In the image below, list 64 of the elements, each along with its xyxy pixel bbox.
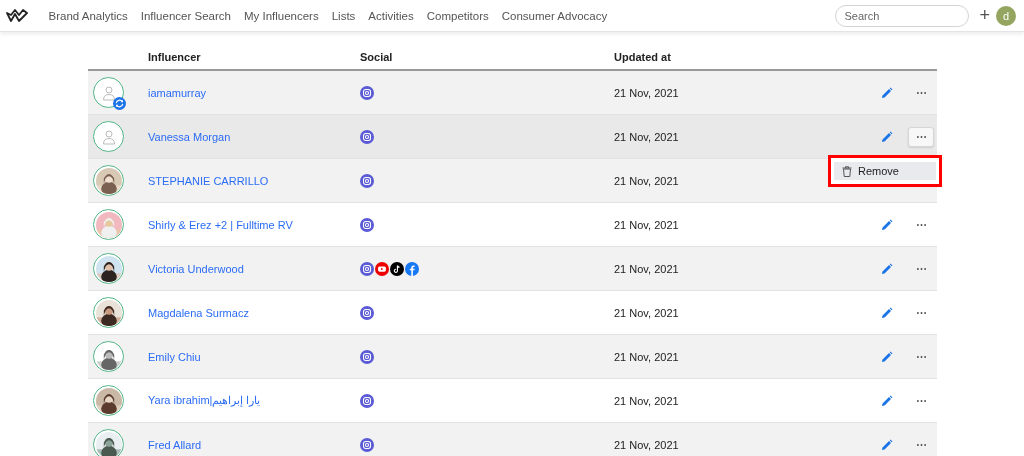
influencer-name[interactable]: Vanessa Morgan [148, 130, 360, 143]
more-icon [916, 223, 926, 226]
pencil-icon[interactable] [881, 218, 893, 231]
more-icon [916, 399, 926, 402]
pencil-icon[interactable] [881, 394, 893, 407]
influencer-name[interactable]: iamamurray [148, 86, 360, 99]
instagram-icon[interactable] [360, 129, 374, 144]
instagram-icon[interactable] [360, 261, 374, 276]
updated-date: 21 Nov, 2021 [614, 86, 680, 99]
trash-icon [842, 165, 852, 177]
nav-link[interactable]: Competitors [420, 9, 496, 22]
pencil-icon[interactable] [881, 306, 893, 319]
more-icon [916, 311, 926, 314]
instagram-icon[interactable] [360, 349, 374, 364]
updated-date: 21 Nov, 2021 [614, 306, 680, 319]
youtube-icon[interactable] [375, 261, 389, 276]
more-icon [916, 135, 926, 138]
user-avatar[interactable]: d [996, 5, 1016, 26]
influencer-name[interactable]: Victoria Underwood [148, 262, 360, 275]
updated-date: 21 Nov, 2021 [614, 262, 680, 275]
column-header: Social [360, 50, 394, 63]
influencer-name[interactable]: Emily Chiu [148, 350, 360, 363]
nav-link[interactable]: My Influencers [237, 9, 326, 22]
tiktok-icon[interactable] [390, 261, 404, 276]
instagram-icon[interactable] [360, 437, 374, 452]
pencil-icon[interactable] [881, 86, 893, 99]
facebook-icon[interactable] [405, 261, 419, 276]
logo-icon[interactable] [6, 7, 28, 24]
pencil-icon[interactable] [881, 438, 893, 451]
nav-link[interactable]: Brand Analytics [42, 9, 135, 22]
pencil-icon[interactable] [881, 130, 893, 143]
influencer-name[interactable]: Shirly & Erez +2 | Fulltime RV [148, 218, 360, 231]
updated-date: 21 Nov, 2021 [614, 130, 680, 143]
person-icon [100, 128, 117, 145]
column-header: Influencer [148, 50, 202, 63]
nav-link[interactable]: Influencer Search [134, 9, 238, 22]
more-icon [916, 355, 926, 358]
more-icon [916, 443, 926, 446]
updated-date: 21 Nov, 2021 [614, 350, 680, 363]
menu-item[interactable]: Remove [834, 162, 936, 180]
influencer-name[interactable]: Yara ibrahim|يارا إبراهيم [148, 394, 360, 407]
nav-link[interactable]: Consumer Advocacy [495, 9, 614, 22]
more-icon [916, 91, 926, 94]
pencil-icon[interactable] [881, 350, 893, 363]
instagram-icon[interactable] [360, 305, 374, 320]
updated-date: 21 Nov, 2021 [614, 394, 680, 407]
person-icon [100, 84, 117, 101]
column-header: Updated at [614, 50, 672, 63]
pencil-icon[interactable] [881, 262, 893, 275]
updated-date: 21 Nov, 2021 [614, 218, 680, 231]
updated-date: 21 Nov, 2021 [614, 438, 680, 451]
instagram-icon[interactable] [360, 85, 374, 100]
nav-link[interactable]: Activities [361, 9, 421, 22]
influencer-name[interactable]: STEPHANIE CARRILLO [148, 174, 360, 187]
more-icon [916, 267, 926, 270]
influencer-name[interactable]: Fred Allard [148, 438, 360, 451]
search-field[interactable]: Search [835, 4, 970, 27]
instagram-icon[interactable] [360, 173, 374, 188]
updated-date: 21 Nov, 2021 [614, 174, 680, 187]
add-button[interactable]: + [979, 5, 990, 26]
instagram-icon[interactable] [360, 217, 374, 232]
influencer-name[interactable]: Magdalena Surmacz [148, 306, 360, 319]
instagram-icon[interactable] [360, 393, 374, 408]
nav-link[interactable]: Lists [325, 9, 362, 22]
